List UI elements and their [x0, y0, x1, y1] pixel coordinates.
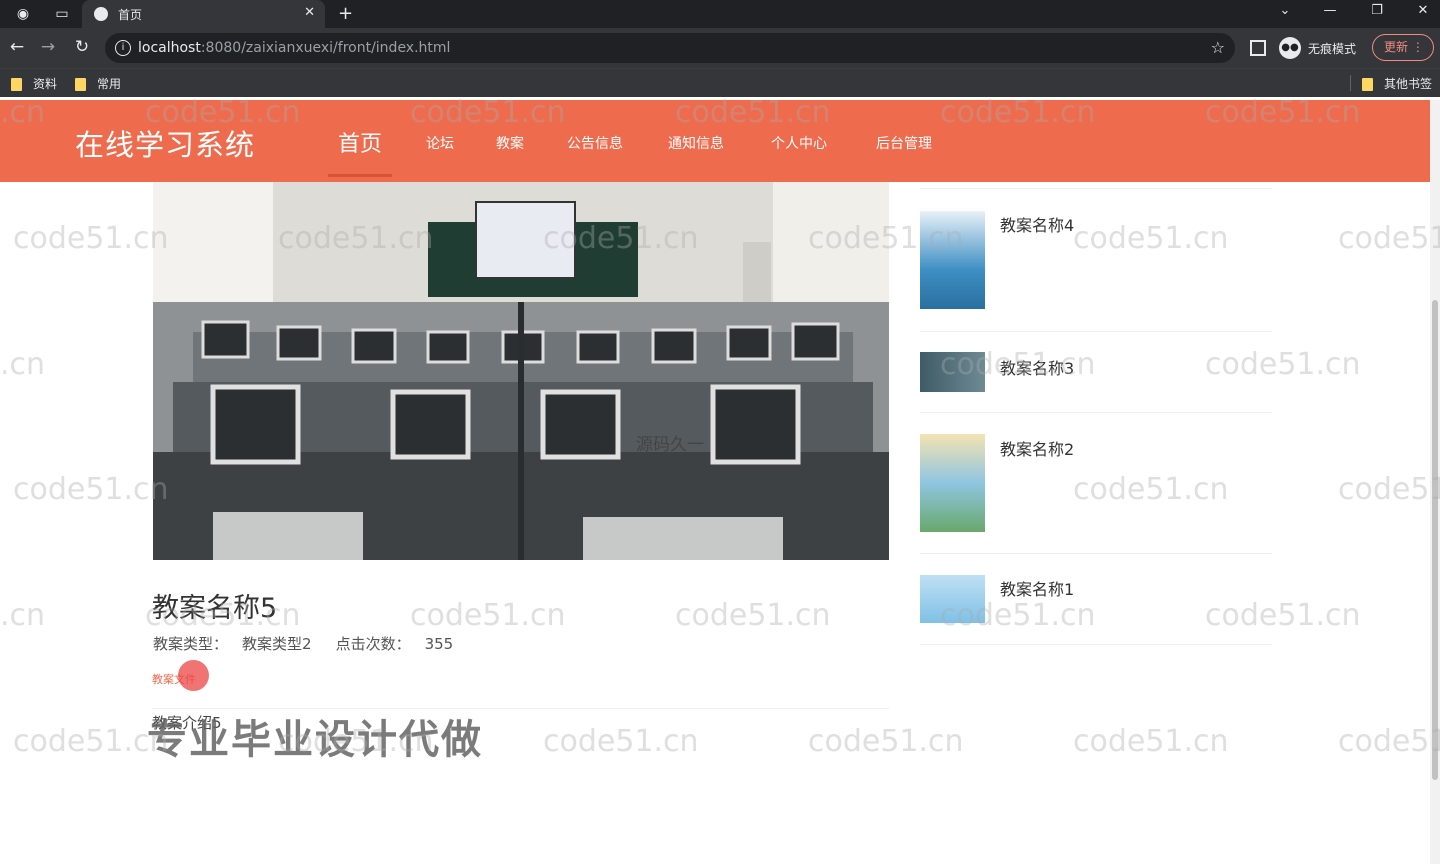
- watermark: code51.cn: [1073, 724, 1229, 759]
- lesson-plan-meta: 教案类型： 教案类型2 点击次数： 355: [153, 633, 467, 654]
- tab-list-icon[interactable]: ⌄: [1273, 3, 1297, 18]
- watermark: code51.cn: [1073, 221, 1229, 256]
- related-thumb-2[interactable]: [920, 434, 985, 532]
- side-panel-icon[interactable]: [1250, 40, 1266, 56]
- related-divider: [920, 553, 1272, 554]
- nav-home[interactable]: 首页: [338, 126, 382, 158]
- nav-forum[interactable]: 论坛: [426, 133, 454, 153]
- related-title-1[interactable]: 教案名称1: [1000, 576, 1074, 600]
- restore-icon[interactable]: ❐: [1365, 3, 1389, 18]
- watermark: code51.cn: [1338, 221, 1440, 256]
- clicks-value: 355: [424, 635, 454, 653]
- bookmark-star-icon[interactable]: ☆: [1211, 38, 1225, 57]
- incognito-icon: ●●: [1279, 37, 1301, 59]
- watermark: code51.cn: [1205, 598, 1361, 633]
- cursor-highlight: [178, 660, 209, 691]
- site-logo[interactable]: 在线学习系统: [75, 122, 255, 164]
- incognito-label: 无痕模式: [1308, 42, 1357, 56]
- promo-overlay-text: 专业毕业设计代做: [147, 717, 483, 763]
- lesson-plan-image: [153, 182, 889, 560]
- browser-tab[interactable]: 首页 ✕: [82, 0, 325, 28]
- globe-icon: [94, 7, 108, 21]
- back-icon[interactable]: ←: [6, 37, 28, 57]
- classroom-photo: [153, 182, 889, 560]
- reload-icon[interactable]: ↻: [71, 37, 93, 57]
- bookmark-folder-resources[interactable]: 资料: [11, 75, 57, 91]
- tab-title: 首页: [118, 8, 143, 22]
- bookmarks-divider: [1350, 75, 1351, 91]
- forward-icon[interactable]: →: [37, 37, 59, 57]
- related-title-2[interactable]: 教案名称2: [1000, 436, 1074, 460]
- browser-tab-bar: ◉ ▭ 首页 ✕ + ⌄ — ❐ ✕: [0, 0, 1440, 28]
- tab-search-icon[interactable]: ▭: [52, 4, 72, 24]
- nav-notifications[interactable]: 通知信息: [668, 133, 724, 153]
- related-divider: [920, 644, 1272, 645]
- watermark: .cn: [0, 347, 46, 382]
- source-overlay-text: 源码久一: [636, 435, 704, 455]
- watermark: code51.cn: [808, 724, 964, 759]
- site-header: 在线学习系统 首页 论坛 教案 公告信息 通知信息 个人中心 后台管理: [0, 100, 1430, 182]
- clicks-label: 点击次数：: [335, 635, 411, 653]
- bookmarks-bar: 资料 常用 其他书签: [0, 68, 1440, 97]
- related-title-4[interactable]: 教案名称4: [1000, 212, 1074, 236]
- new-tab-icon[interactable]: +: [338, 3, 353, 24]
- watermark: code51.cn: [13, 724, 169, 759]
- watermark: code51.cn: [543, 724, 699, 759]
- info-icon[interactable]: i: [115, 40, 131, 56]
- other-bookmarks[interactable]: 其他书签: [1362, 75, 1432, 91]
- related-thumb-1[interactable]: [920, 575, 985, 623]
- folder-icon: [75, 78, 86, 91]
- watermark: code51.cn: [13, 472, 169, 507]
- watermark: code51.cn: [675, 598, 831, 633]
- nav-announcements[interactable]: 公告信息: [567, 133, 623, 153]
- related-divider: [920, 412, 1272, 413]
- watermark: code51.cn: [1205, 347, 1361, 382]
- type-value: 教案类型2: [242, 635, 312, 653]
- type-label: 教案类型：: [153, 635, 229, 653]
- related-thumb-4[interactable]: [920, 211, 985, 309]
- close-window-icon[interactable]: ✕: [1411, 3, 1435, 18]
- watermark: code51.cn: [1073, 472, 1229, 507]
- watermark: code51.cn: [1338, 724, 1440, 759]
- browser-menu-icon[interactable]: ◉: [13, 4, 33, 24]
- nav-admin[interactable]: 后台管理: [876, 133, 932, 153]
- related-divider: [920, 331, 1272, 332]
- watermark: code51.cn: [1338, 472, 1440, 507]
- scrollbar-thumb[interactable]: [1432, 300, 1438, 780]
- related-thumb-3[interactable]: [920, 352, 985, 392]
- nav-personal-center[interactable]: 个人中心: [771, 133, 827, 153]
- close-tab-icon[interactable]: ✕: [304, 5, 315, 20]
- watermark: code51.cn: [410, 598, 566, 633]
- bookmark-folder-common[interactable]: 常用: [75, 75, 121, 91]
- related-divider: [920, 188, 1272, 189]
- folder-icon: [11, 78, 22, 91]
- lesson-plan-title: 教案名称5: [152, 593, 278, 624]
- active-nav-indicator: [328, 174, 392, 177]
- minimize-icon[interactable]: —: [1318, 3, 1342, 18]
- url-text[interactable]: localhost:8080/zaixianxuexi/front/index.…: [138, 40, 450, 56]
- folder-icon: [1362, 78, 1373, 91]
- related-title-3[interactable]: 教案名称3: [1000, 355, 1074, 379]
- address-bar[interactable]: i localhost:8080/zaixianxuexi/front/inde…: [105, 33, 1235, 63]
- browser-toolbar: ← → ↻ i localhost:8080/zaixianxuexi/fron…: [0, 28, 1440, 68]
- update-button[interactable]: 更新 ⋮: [1372, 34, 1434, 61]
- watermark: .cn: [0, 598, 46, 633]
- nav-lesson-plans[interactable]: 教案: [496, 133, 524, 153]
- watermark: code51.cn: [13, 221, 169, 256]
